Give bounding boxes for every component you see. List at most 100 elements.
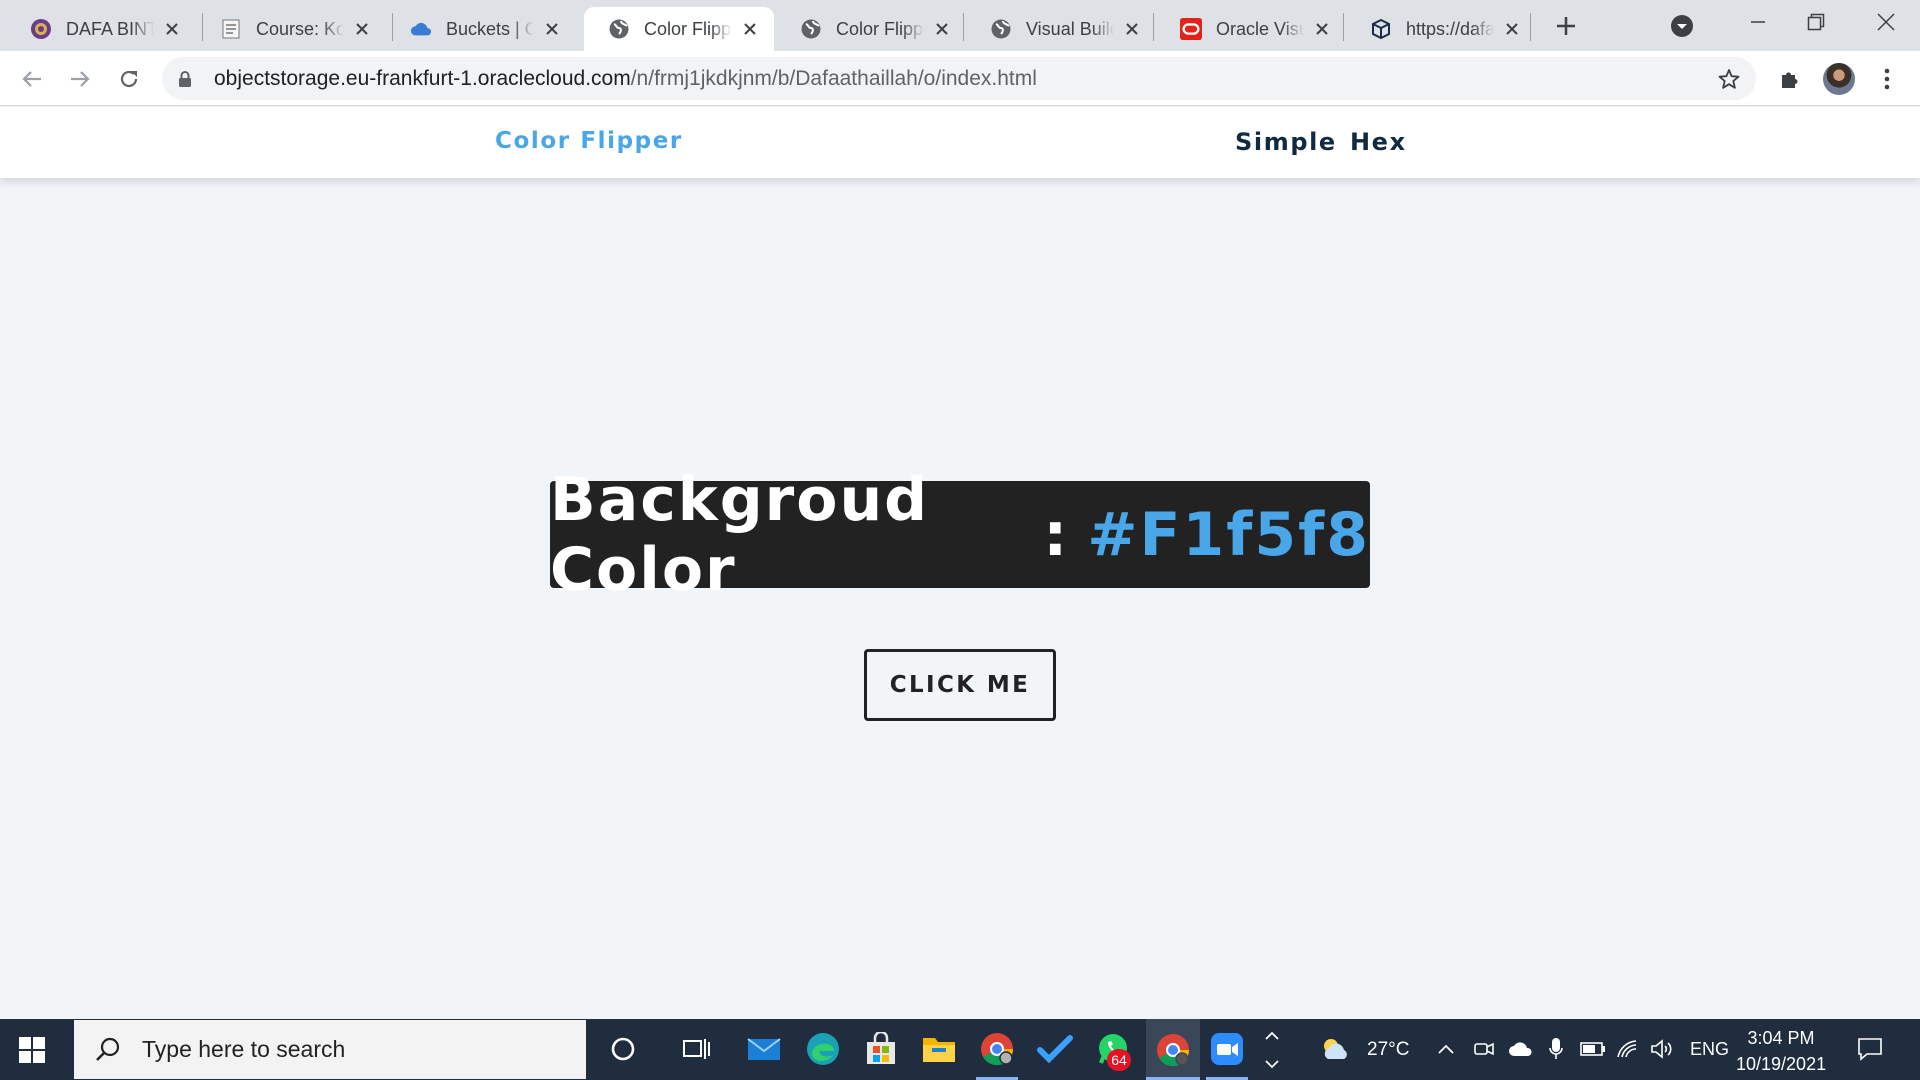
minimize-icon xyxy=(1751,21,1765,23)
taskbar-app-chrome-active[interactable] xyxy=(1146,1019,1200,1080)
weather-temperature[interactable]: 27°C xyxy=(1367,1039,1409,1061)
new-tab-button[interactable] xyxy=(1548,8,1584,44)
action-center-button[interactable] xyxy=(1852,1031,1888,1067)
extensions-button[interactable] xyxy=(1773,62,1807,96)
speaker-icon xyxy=(1651,1039,1672,1059)
task-view-icon xyxy=(683,1039,710,1059)
taskbar-app-store[interactable] xyxy=(860,1028,902,1070)
click-me-button[interactable]: CLICK ME xyxy=(864,649,1056,721)
restore-button[interactable] xyxy=(1788,0,1844,44)
color-separator: : xyxy=(1043,499,1070,570)
battery-icon xyxy=(1580,1042,1605,1056)
weather-widget[interactable] xyxy=(1318,1033,1354,1065)
taskbar-scroll-down[interactable] xyxy=(1262,1051,1282,1077)
tab-title: Visual Builder xyxy=(1026,18,1114,39)
cloud-icon xyxy=(410,18,432,40)
tray-meet-now[interactable] xyxy=(1470,1035,1498,1063)
site-brand[interactable]: Color Flipper xyxy=(495,128,683,154)
close-tab-icon[interactable] xyxy=(352,19,372,39)
browser-tab-1[interactable]: DAFA BINTANG xyxy=(6,7,196,51)
puzzle-icon xyxy=(1782,72,1798,88)
tab-title: Color Flipper xyxy=(836,18,924,39)
zoom-camera-icon xyxy=(1211,1033,1243,1065)
search-placeholder: Type here to search xyxy=(142,1036,346,1062)
close-tab-icon[interactable] xyxy=(162,19,182,39)
tab-separator xyxy=(1153,13,1154,41)
close-tab-icon[interactable] xyxy=(932,19,952,39)
globe-icon xyxy=(800,18,822,40)
taskbar-app-todo[interactable] xyxy=(1034,1028,1076,1070)
cube-icon xyxy=(1370,18,1392,40)
url-host: objectstorage.eu-frankfurt-1.oraclecloud… xyxy=(214,66,631,90)
windows-taskbar: Type here to search 64 27°C ENG 3:04 PM … xyxy=(0,1019,1920,1080)
chevron-down-icon xyxy=(1265,1060,1279,1069)
background-color-display: Backgroud Color : #F1f5f8 xyxy=(550,465,1370,605)
globe-icon xyxy=(608,18,630,40)
reload-button[interactable] xyxy=(112,62,146,96)
chevron-down-circle-icon xyxy=(1671,15,1693,37)
notification-icon xyxy=(1858,1038,1882,1061)
browser-tab-7[interactable]: Oracle Visual xyxy=(1156,7,1346,51)
tray-wifi[interactable] xyxy=(1614,1035,1642,1063)
bookmark-star-icon[interactable] xyxy=(1716,66,1742,92)
browser-tab-8[interactable]: https://dafaa xyxy=(1346,7,1536,51)
oracle-icon xyxy=(1180,18,1202,40)
taskbar-app-edge[interactable] xyxy=(802,1028,844,1070)
tab-title: Color Flipper xyxy=(644,18,732,39)
close-tab-icon[interactable] xyxy=(542,19,562,39)
tab-search-button[interactable] xyxy=(1664,8,1700,44)
color-label: Backgroud Color xyxy=(550,464,930,605)
tray-volume[interactable] xyxy=(1648,1035,1676,1063)
edge-icon xyxy=(807,1033,839,1065)
show-hidden-icons-button[interactable] xyxy=(1434,1037,1458,1061)
close-tab-icon[interactable] xyxy=(1122,19,1142,39)
arrow-right-icon xyxy=(71,71,90,87)
browser-tab-2[interactable]: Course: Komputasi xyxy=(196,7,386,51)
back-button[interactable] xyxy=(15,62,49,96)
tab-title: Buckets | Oracle xyxy=(446,18,534,39)
video-camera-icon xyxy=(1474,1042,1494,1056)
browser-tab-4-active[interactable]: Color Flipper xyxy=(584,7,774,51)
tray-microphone[interactable] xyxy=(1544,1035,1568,1063)
browser-tab-5[interactable]: Color Flipper xyxy=(776,7,966,51)
taskbar-app-zoom[interactable] xyxy=(1206,1028,1248,1070)
close-tab-icon[interactable] xyxy=(740,19,760,39)
cloud-rain-icon xyxy=(1324,1039,1347,1059)
start-button[interactable] xyxy=(12,1030,52,1070)
forward-button[interactable] xyxy=(63,62,97,96)
close-tab-icon[interactable] xyxy=(1502,19,1522,39)
task-view-button[interactable] xyxy=(676,1029,716,1069)
lock-icon xyxy=(178,69,198,89)
language-indicator[interactable]: ENG xyxy=(1690,1039,1729,1060)
cortana-button[interactable] xyxy=(603,1029,643,1069)
tab-title: Oracle Visual xyxy=(1216,18,1304,39)
browser-tab-6[interactable]: Visual Builder xyxy=(966,7,1156,51)
course-icon xyxy=(220,18,242,40)
tab-separator xyxy=(1343,13,1344,41)
close-window-button[interactable] xyxy=(1858,0,1914,44)
minimize-button[interactable] xyxy=(1730,0,1786,44)
close-tab-icon[interactable] xyxy=(1312,19,1332,39)
tab-separator xyxy=(963,13,964,41)
tray-battery[interactable] xyxy=(1578,1035,1608,1063)
microphone-icon xyxy=(1549,1038,1563,1059)
restore-icon xyxy=(1807,13,1825,31)
chrome-icon xyxy=(1157,1033,1190,1066)
folder-icon xyxy=(923,1038,955,1062)
taskbar-app-mail[interactable] xyxy=(744,1029,784,1069)
nav-link-hex[interactable]: Hex xyxy=(1350,128,1407,156)
taskbar-search-box[interactable]: Type here to search xyxy=(74,1020,586,1079)
taskbar-scroll-up[interactable] xyxy=(1262,1023,1282,1049)
browser-tab-3[interactable]: Buckets | Oracle xyxy=(386,7,576,51)
kebab-menu-icon xyxy=(1884,68,1890,90)
taskbar-app-file-explorer[interactable] xyxy=(918,1028,960,1070)
tab-title: Course: Komputasi xyxy=(256,18,344,39)
browser-menu-button[interactable] xyxy=(1870,62,1904,96)
profile-avatar[interactable] xyxy=(1823,63,1855,95)
system-clock[interactable]: 3:04 PM 10/19/2021 xyxy=(1736,1025,1826,1077)
tab-separator xyxy=(1530,13,1531,41)
address-bar[interactable]: objectstorage.eu-frankfurt-1.oraclecloud… xyxy=(162,57,1756,100)
nav-link-simple[interactable]: Simple xyxy=(1235,128,1337,156)
taskbar-app-chrome-profile[interactable] xyxy=(976,1028,1018,1070)
tray-onedrive[interactable] xyxy=(1506,1035,1536,1063)
